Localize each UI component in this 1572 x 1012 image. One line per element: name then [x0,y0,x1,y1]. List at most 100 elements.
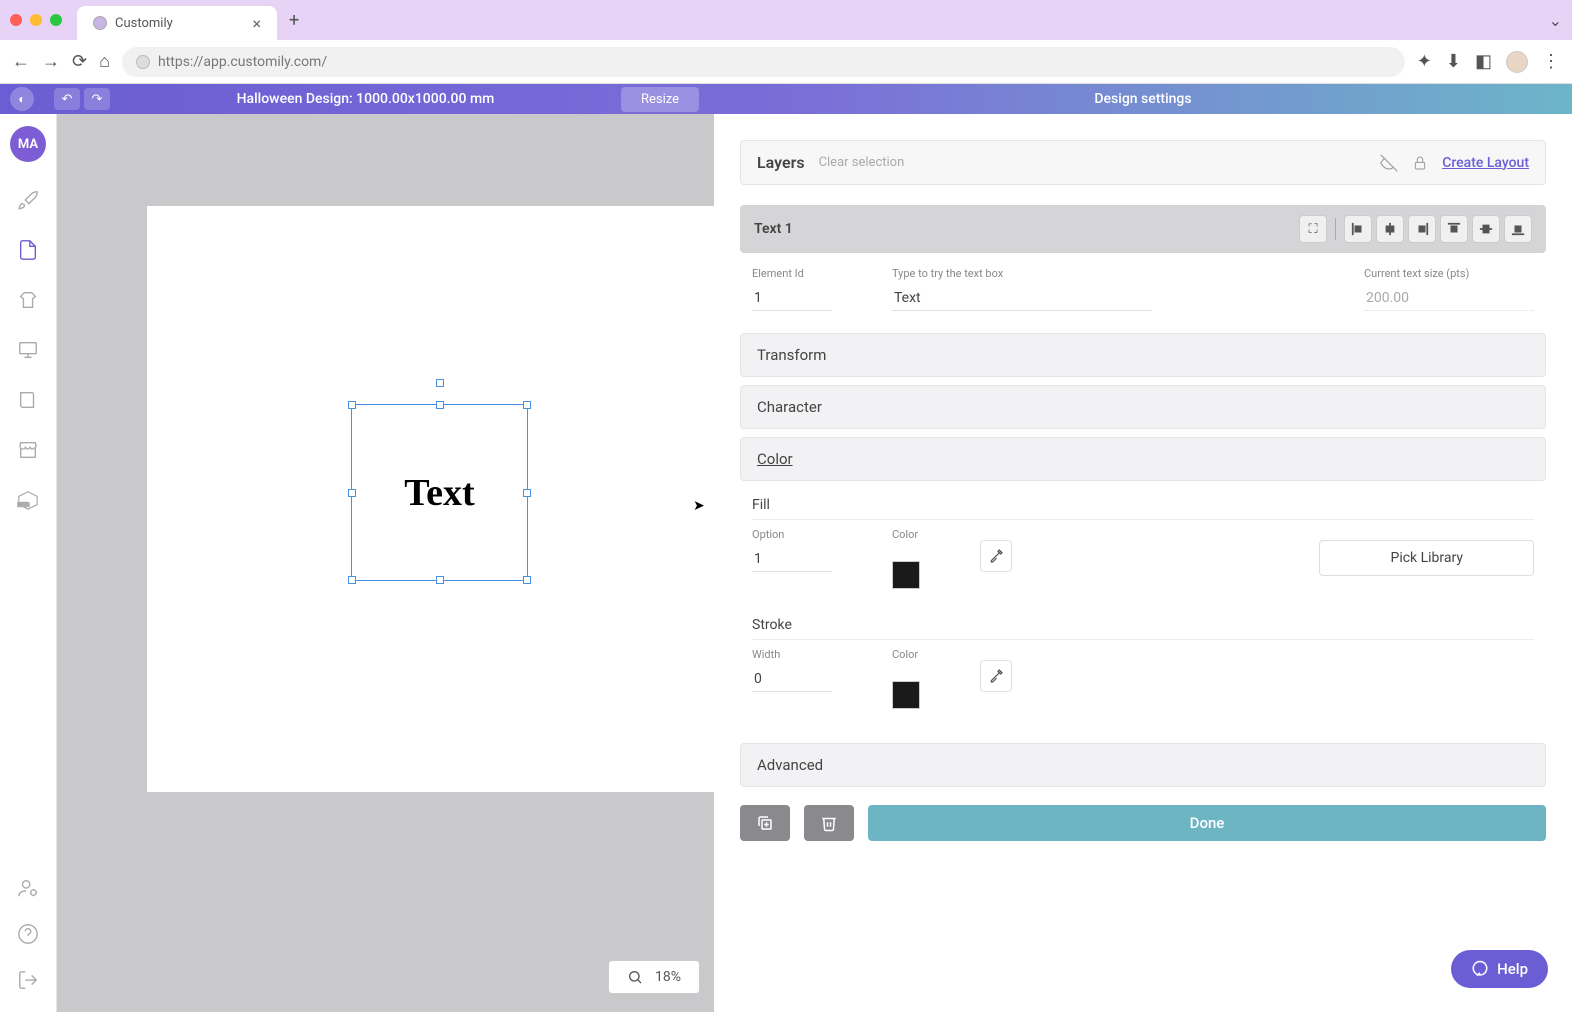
duplicate-button[interactable] [740,805,790,841]
rocket-icon[interactable] [16,188,40,212]
minimize-window-button[interactable] [30,14,42,26]
resize-button[interactable]: Resize [621,87,699,112]
app-logo[interactable]: ◐ [10,87,34,111]
selected-layer-row[interactable]: Text 1 ⛶ [740,205,1546,253]
home-button[interactable]: ⌂ [99,51,110,72]
done-button[interactable]: Done [868,805,1546,841]
help-fab[interactable]: Help [1451,950,1548,988]
back-button[interactable]: ← [12,51,30,72]
resize-handle-br[interactable] [523,576,531,584]
lock-icon[interactable] [1412,155,1428,171]
visibility-icon[interactable] [1380,154,1398,172]
element-id-label: Element Id [752,267,832,280]
menu-icon[interactable]: ⋮ [1542,51,1560,72]
color-section[interactable]: Color [740,437,1546,481]
resize-handle-mt[interactable] [436,401,444,409]
browser-tab[interactable]: Customily × [77,6,277,40]
downloads-icon[interactable]: ⬇ [1446,51,1461,72]
site-info-icon[interactable] [136,55,150,69]
align-center-h-button[interactable] [1376,215,1404,243]
reload-button[interactable]: ⟳ [72,51,87,72]
extensions-icon[interactable]: ✦ [1417,51,1432,72]
shirt-icon[interactable] [16,288,40,312]
layers-header: Layers Clear selection Create Layout [740,140,1546,185]
window-controls [10,14,62,26]
type-text-input[interactable] [892,286,1152,311]
help-circle-icon[interactable] [16,922,40,946]
undo-button[interactable]: ↶ [54,88,80,110]
panel-icon[interactable]: ◧ [1475,51,1492,72]
layer-name: Text 1 [754,221,793,237]
fit-button[interactable]: ⛶ [1299,215,1327,243]
artboard[interactable]: Text [147,206,731,792]
stroke-color-swatch[interactable] [892,681,920,709]
pick-library-button[interactable]: Pick Library [1319,540,1534,576]
color-section-body: Fill Option Color Pick Library Stroke [740,481,1546,735]
align-left-button[interactable] [1344,215,1372,243]
resize-handle-mr[interactable] [523,489,531,497]
clear-selection-button[interactable]: Clear selection [819,155,905,170]
bottom-actions: Done [740,805,1546,841]
advanced-section[interactable]: Advanced [740,743,1546,787]
forward-button[interactable]: → [42,51,60,72]
favicon [93,16,107,30]
fill-color-swatch[interactable] [892,561,920,589]
redo-button[interactable]: ↷ [84,88,110,110]
maximize-window-button[interactable] [50,14,62,26]
close-window-button[interactable] [10,14,22,26]
address-bar[interactable]: https://app.customily.com/ [122,47,1405,77]
resize-handle-mb[interactable] [436,576,444,584]
chat-icon [1471,960,1489,978]
create-layout-link[interactable]: Create Layout [1442,155,1529,171]
rotate-handle[interactable] [436,379,444,387]
text-content: Text [404,471,474,515]
text-element-selected[interactable]: Text [351,404,528,581]
fill-eyedropper-icon[interactable] [980,540,1012,572]
element-properties: Element Id Type to try the text box Curr… [740,253,1546,325]
stroke-title: Stroke [752,617,1534,633]
fill-option-label: Option [752,528,832,541]
transform-section[interactable]: Transform [740,333,1546,377]
beta-box-icon[interactable]: BETA [16,488,40,512]
cursor-pointer-icon: ➤ [693,498,705,514]
design-title: Halloween Design: 1000.00x1000.00 mm [110,91,621,107]
layers-title: Layers [757,153,805,172]
align-top-button[interactable] [1440,215,1468,243]
canvas-area[interactable]: Text ➤ 18% [57,114,714,1012]
tab-title: Customily [115,16,173,31]
align-bottom-button[interactable] [1504,215,1532,243]
resize-handle-bl[interactable] [348,576,356,584]
align-right-button[interactable] [1408,215,1436,243]
book-icon[interactable] [16,388,40,412]
fill-title: Fill [752,497,1534,513]
user-settings-icon[interactable] [16,876,40,900]
divider [752,519,1534,520]
help-label: Help [1497,960,1528,978]
resize-handle-ml[interactable] [348,489,356,497]
divider [752,639,1534,640]
browser-tab-bar: Customily × + ⌄ [0,0,1572,40]
stroke-eyedropper-icon[interactable] [980,660,1012,692]
type-text-label: Type to try the text box [892,267,1152,280]
character-section[interactable]: Character [740,385,1546,429]
user-badge[interactable]: MA [10,126,46,162]
stroke-width-input[interactable] [752,667,832,692]
fill-option-input[interactable] [752,547,832,572]
delete-button[interactable] [804,805,854,841]
zoom-control[interactable]: 18% [608,960,700,994]
element-id-input[interactable] [752,286,832,311]
exit-icon[interactable] [16,968,40,992]
svg-text:BETA: BETA [18,502,29,508]
app-header: ◐ ↶ ↷ Halloween Design: 1000.00x1000.00 … [0,84,1572,114]
zoom-value: 18% [655,969,681,985]
store-icon[interactable] [16,438,40,462]
close-tab-icon[interactable]: × [252,14,261,33]
align-center-v-button[interactable] [1472,215,1500,243]
resize-handle-tr[interactable] [523,401,531,409]
resize-handle-tl[interactable] [348,401,356,409]
new-tab-button[interactable]: + [289,10,299,31]
design-monitor-icon[interactable] [16,338,40,362]
tabs-dropdown-icon[interactable]: ⌄ [1549,11,1562,30]
file-icon[interactable] [16,238,40,262]
profile-avatar[interactable] [1506,51,1528,73]
